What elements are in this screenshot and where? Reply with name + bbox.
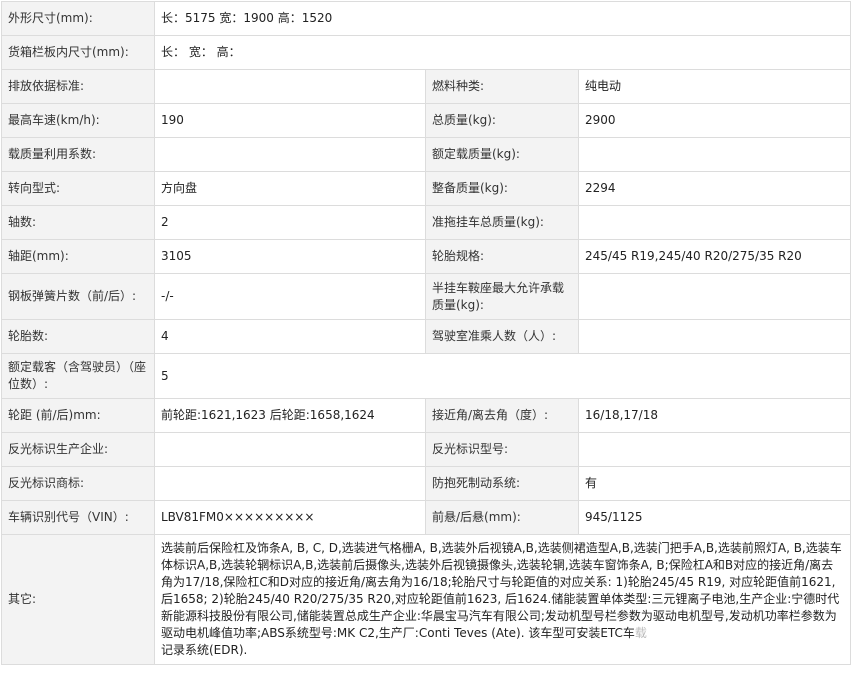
- spec-value: 长： 宽： 高：: [153, 35, 852, 70]
- spec-label: 驾驶室准乘人数（人）:: [425, 319, 579, 354]
- spec-row: 轮胎数: 4 驾驶室准乘人数（人）:: [1, 319, 852, 354]
- spec-label: 轮胎数:: [1, 319, 155, 354]
- spec-value: 2900: [577, 103, 852, 138]
- spec-label: 外形尺寸(mm):: [1, 1, 155, 36]
- spec-value: [577, 319, 852, 354]
- spec-value: -/-: [154, 273, 426, 320]
- spec-row: 反光标识生产企业: 反光标识型号:: [1, 432, 852, 467]
- spec-row: 反光标识商标: 防抱死制动系统: 有: [1, 466, 852, 501]
- spec-row: 钢板弹簧片数（前/后）: -/- 半挂车鞍座最大允许承载质量(kg):: [1, 273, 852, 320]
- spec-label: 钢板弹簧片数（前/后）:: [1, 273, 155, 320]
- spec-label: 接近角/离去角（度）:: [425, 398, 579, 433]
- spec-value: [154, 466, 426, 501]
- spec-label: 反光标识型号:: [425, 432, 579, 467]
- spec-value: 4: [154, 319, 426, 354]
- spec-value: LBV81FM0×××××××××: [154, 500, 426, 535]
- spec-value: [577, 273, 852, 320]
- spec-value: [154, 69, 426, 104]
- other-notes: 选装前后保险杠及饰条A, B, C, D,选装进气格栅A, B,选装外后视镜A,…: [153, 534, 852, 665]
- spec-row: 最高车速(km/h): 190 总质量(kg): 2900: [1, 103, 852, 138]
- spec-row: 轴数: 2 准拖挂车总质量(kg):: [1, 205, 852, 240]
- spec-label: 车辆识别代号（VIN）:: [1, 500, 155, 535]
- spec-label: 货箱栏板内尺寸(mm):: [1, 35, 155, 70]
- spec-row: 轴距(mm): 3105 轮胎规格: 245/45 R19,245/40 R20/27…: [1, 239, 852, 274]
- spec-label: 燃料种类:: [425, 69, 579, 104]
- spec-label: 额定载质量(kg):: [425, 137, 579, 172]
- spec-row: 轮距 (前/后)mm: 前轮距:1621,1623 后轮距:1658,1624 接近…: [1, 398, 852, 433]
- spec-value: 5: [153, 353, 852, 399]
- spec-value: 945/1125: [577, 500, 852, 535]
- spec-label: 总质量(kg):: [425, 103, 579, 138]
- other-notes-tail: 记录系统(EDR).: [161, 643, 248, 657]
- spec-label: 半挂车鞍座最大允许承载质量(kg):: [425, 273, 579, 320]
- spec-value: 前轮距:1621,1623 后轮距:1658,1624: [154, 398, 426, 433]
- spec-value: [154, 137, 426, 172]
- spec-label: 转向型式:: [1, 171, 155, 206]
- spec-label: 轴数:: [1, 205, 155, 240]
- spec-label: 整备质量(kg):: [425, 171, 579, 206]
- spec-value: 2294: [577, 171, 852, 206]
- spec-row: 外形尺寸(mm): 长：5175 宽：1900 高：1520: [1, 1, 852, 36]
- spec-label: 额定载客（含驾驶员）（座位数）:: [1, 353, 155, 399]
- spec-value: 有: [577, 466, 852, 501]
- spec-label: 排放依据标准:: [1, 69, 155, 104]
- spec-value: 纯电动: [577, 69, 852, 104]
- spec-row: 排放依据标准: 燃料种类: 纯电动: [1, 69, 852, 104]
- spec-row: 货箱栏板内尺寸(mm): 长： 宽： 高：: [1, 35, 852, 70]
- spec-label: 准拖挂车总质量(kg):: [425, 205, 579, 240]
- spec-label: 反光标识生产企业:: [1, 432, 155, 467]
- spec-label: 反光标识商标:: [1, 466, 155, 501]
- spec-label: 最高车速(km/h):: [1, 103, 155, 138]
- spec-row: 额定载客（含驾驶员）（座位数）: 5: [1, 353, 852, 399]
- spec-value: [577, 137, 852, 172]
- spec-label: 载质量利用系数:: [1, 137, 155, 172]
- other-notes-text: 选装前后保险杠及饰条A, B, C, D,选装进气格栅A, B,选装外后视镜A,…: [161, 541, 842, 640]
- spec-value: 3105: [154, 239, 426, 274]
- spec-table-body: 外形尺寸(mm): 长：5175 宽：1900 高：1520 货箱栏板内尺寸(mm)…: [1, 1, 852, 665]
- spec-label: 轮胎规格:: [425, 239, 579, 274]
- spec-value: 长：5175 宽：1900 高：1520: [153, 1, 852, 36]
- spec-value: [577, 432, 852, 467]
- other-label: 其它:: [1, 534, 155, 665]
- spec-row: 载质量利用系数: 额定载质量(kg):: [1, 137, 852, 172]
- spec-value: 2: [154, 205, 426, 240]
- spec-value: 16/18,17/18: [577, 398, 852, 433]
- spec-value: 190: [154, 103, 426, 138]
- spec-row: 车辆识别代号（VIN）: LBV81FM0××××××××× 前悬/后悬(mm): 9…: [1, 500, 852, 535]
- spec-row: 转向型式: 方向盘 整备质量(kg): 2294: [1, 171, 852, 206]
- spec-label: 防抱死制动系统:: [425, 466, 579, 501]
- spec-value: [154, 432, 426, 467]
- spec-value: 方向盘: [154, 171, 426, 206]
- spec-label: 轴距(mm):: [1, 239, 155, 274]
- other-notes-faded-text: 载: [634, 626, 647, 640]
- vehicle-spec-table: 外形尺寸(mm): 长：5175 宽：1900 高：1520 货箱栏板内尺寸(mm)…: [1, 1, 852, 665]
- spec-row-other: 其它: 选装前后保险杠及饰条A, B, C, D,选装进气格栅A, B,选装外后视…: [1, 534, 852, 665]
- spec-label: 轮距 (前/后)mm:: [1, 398, 155, 433]
- spec-value: [577, 205, 852, 240]
- spec-value: 245/45 R19,245/40 R20/275/35 R20: [577, 239, 852, 274]
- spec-label: 前悬/后悬(mm):: [425, 500, 579, 535]
